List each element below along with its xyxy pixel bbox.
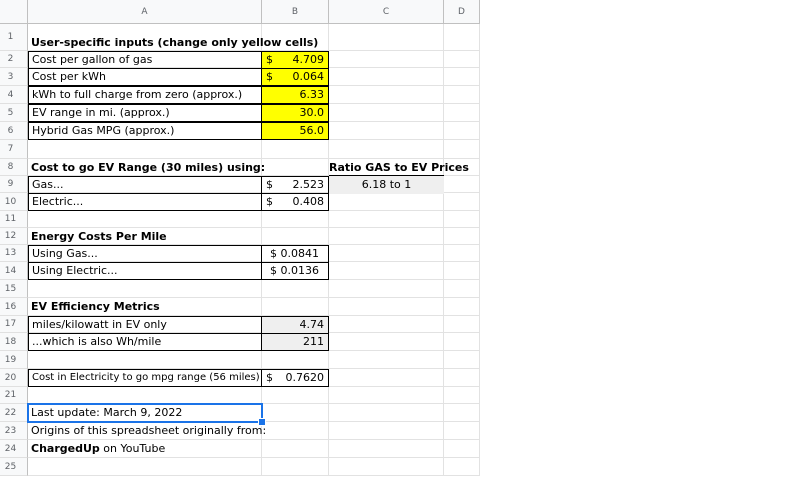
row-header-15[interactable]: 15 (0, 280, 28, 298)
row-header-10[interactable]: 10 (0, 193, 28, 211)
cell-a9[interactable]: Gas... (28, 176, 262, 194)
row-header-21[interactable]: 21 (0, 387, 28, 404)
row-header-11[interactable]: 11 (0, 211, 28, 228)
row-header-9[interactable]: 9 (0, 176, 28, 193)
cell-a22[interactable]: Last update: March 9, 2022 (27, 403, 263, 423)
spreadsheet: A B C D 1 2 3 4 5 6 7 8 9 10 11 12 13 14 15 16 17 18 19 20 2… (0, 0, 800, 479)
column-header-c[interactable]: C (329, 0, 444, 24)
source-rest: on YouTube (99, 442, 166, 455)
row-header-4[interactable]: 4 (0, 86, 28, 104)
cell-a8[interactable]: Cost to go EV Range (30 miles) using: (28, 159, 265, 176)
grid-column-line (479, 24, 480, 476)
row-header-16[interactable]: 16 (0, 298, 28, 316)
cell-b17[interactable]: 4.74 (261, 316, 329, 334)
cell-a2[interactable]: Cost per gallon of gas (28, 51, 262, 69)
row-header-6[interactable]: 6 (0, 122, 28, 140)
row-header-23[interactable]: 23 (0, 422, 28, 440)
row-header-12[interactable]: 12 (0, 228, 28, 245)
cell-a5[interactable]: EV range in mi. (approx.) (28, 104, 262, 122)
cell-a10[interactable]: Electric... (28, 193, 262, 211)
cell-a3[interactable]: Cost per kWh (28, 68, 262, 86)
row-header-17[interactable]: 17 (0, 316, 28, 333)
source-name: ChargedUp (31, 442, 100, 455)
row-header-5[interactable]: 5 (0, 104, 28, 122)
cell-b10-value: 0.408 (292, 195, 325, 208)
cell-a16[interactable]: EV Efficiency Metrics (28, 298, 262, 315)
column-header-b[interactable]: B (262, 0, 329, 24)
cell-b20[interactable]: $ 0.7620 (261, 369, 329, 387)
cell-b20-value: 0.7620 (285, 371, 325, 384)
cell-a13[interactable]: Using Gas... (28, 245, 262, 263)
cell-a23[interactable]: Origins of this spreadsheet originally f… (28, 422, 266, 440)
cell-b2-value: 4.709 (292, 53, 325, 66)
cell-b4[interactable]: 6.33 (261, 86, 329, 104)
cell-c9[interactable]: 6.18 to 1 (329, 176, 444, 194)
column-header-a[interactable]: A (28, 0, 262, 24)
cell-a6[interactable]: Hybrid Gas MPG (approx.) (28, 122, 262, 140)
row-header-1[interactable]: 1 (0, 24, 28, 51)
cell-a14[interactable]: Using Electric... (28, 262, 262, 280)
row-header-7[interactable]: 7 (0, 140, 28, 159)
cell-b18[interactable]: 211 (261, 333, 329, 351)
cell-b2[interactable]: $ 4.709 (261, 51, 329, 69)
row-header-3[interactable]: 3 (0, 68, 28, 86)
row-header-8[interactable]: 8 (0, 159, 28, 176)
cell-a4[interactable]: kWh to full charge from zero (approx.) (28, 86, 262, 104)
currency-symbol: $ (266, 53, 273, 66)
cell-b9[interactable]: $ 2.523 (261, 176, 329, 194)
grid-row-line (28, 475, 480, 476)
column-header-d[interactable]: D (444, 0, 480, 24)
cell-b6[interactable]: 56.0 (261, 122, 329, 140)
row-header-25[interactable]: 25 (0, 458, 28, 476)
cell-b9-value: 2.523 (292, 178, 325, 191)
cell-b3[interactable]: $ 0.064 (261, 68, 329, 86)
row-header-18[interactable]: 18 (0, 333, 28, 351)
grid-column-line (443, 24, 444, 476)
cell-b5[interactable]: 30.0 (261, 104, 329, 122)
row-header-13[interactable]: 13 (0, 245, 28, 262)
row-header-24[interactable]: 24 (0, 440, 28, 458)
row-header-22[interactable]: 22 (0, 404, 28, 422)
cell-a20[interactable]: Cost in Electricity to go mpg range (56 … (28, 369, 262, 387)
row-header-2[interactable]: 2 (0, 51, 28, 68)
cell-b10[interactable]: $ 0.408 (261, 193, 329, 211)
cell-a24[interactable]: ChargedUp on YouTube (28, 440, 262, 458)
cell-b14[interactable]: $ 0.0136 (261, 262, 329, 280)
cell-a18[interactable]: ...which is also Wh/mile (28, 333, 262, 351)
currency-symbol: $ (266, 70, 273, 83)
currency-symbol: $ (266, 371, 273, 384)
cell-a1[interactable]: User-specific inputs (change only yellow… (28, 34, 318, 51)
row-header-14[interactable]: 14 (0, 262, 28, 280)
cell-a17[interactable]: miles/kilowatt in EV only (28, 316, 262, 334)
cell-b3-value: 0.064 (292, 70, 325, 83)
select-all-corner[interactable] (0, 0, 28, 24)
currency-symbol: $ (266, 178, 273, 191)
row-header-19[interactable]: 19 (0, 351, 28, 369)
currency-symbol: $ (266, 195, 273, 208)
cell-c8[interactable]: Ratio GAS to EV Prices (329, 159, 469, 176)
cell-b13[interactable]: $ 0.0841 (261, 245, 329, 263)
cell-a12[interactable]: Energy Costs Per Mile (28, 228, 262, 245)
row-header-20[interactable]: 20 (0, 369, 28, 387)
